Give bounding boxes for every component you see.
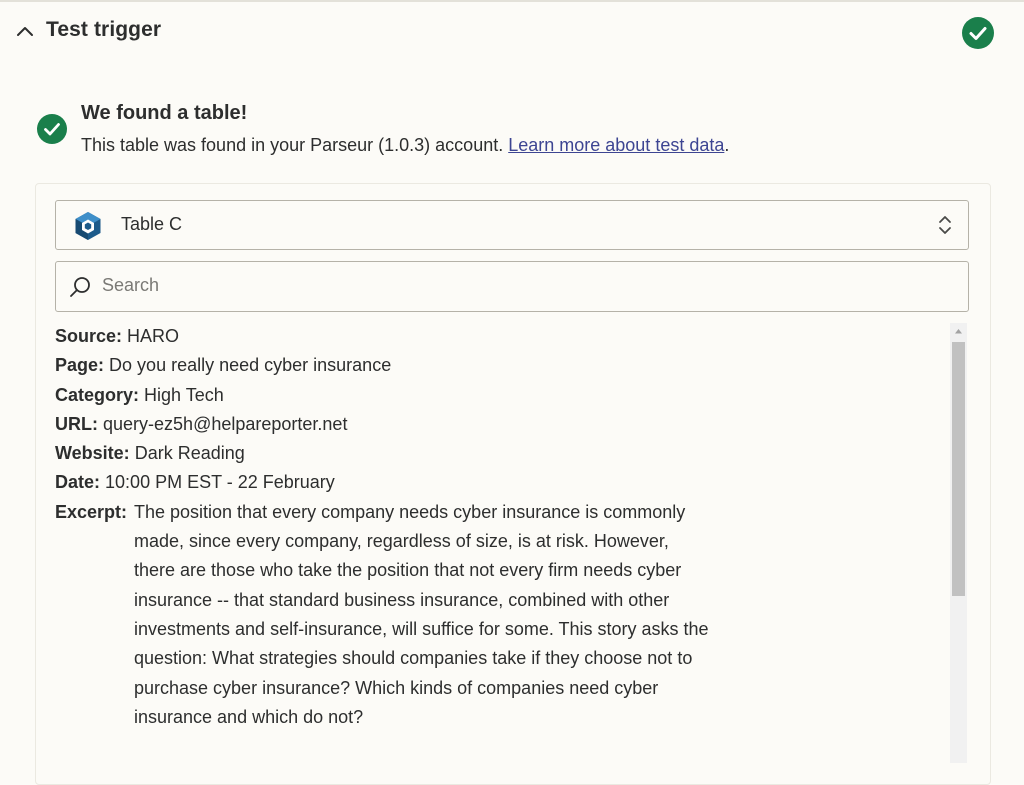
learn-more-link[interactable]: Learn more about test data <box>508 135 724 155</box>
chevron-up-icon[interactable] <box>15 24 35 38</box>
field-key: Category: <box>55 384 140 405</box>
field-key: Page: <box>55 355 105 376</box>
field-excerpt: Excerpt: The position that every company… <box>55 498 945 732</box>
field-key: Source: <box>55 326 123 346</box>
scrollbar[interactable] <box>950 323 967 763</box>
field-key: URL: <box>55 413 98 434</box>
field-url: URL: query-ez5h@helpareporter.net <box>55 410 945 439</box>
parseur-logo-icon <box>75 212 101 240</box>
field-date: Date: 10:00 PM EST - 22 February <box>55 468 945 497</box>
found-table-desc-suffix: . <box>724 135 730 155</box>
scroll-up-arrow-icon[interactable] <box>950 323 967 340</box>
field-website: Website: Dark Reading <box>55 439 945 468</box>
found-table-description: This table was found in your Parseur (1.… <box>81 135 729 156</box>
field-value: High Tech <box>144 384 224 405</box>
field-value: HARO <box>127 326 180 346</box>
field-page: Page: Do you really need cyber insurance <box>55 351 945 380</box>
check-circle-icon <box>962 17 994 49</box>
found-table-title: We found a table! <box>81 102 248 124</box>
record-details: Source: HARO Page: Do you really need cy… <box>55 322 945 763</box>
table-select[interactable]: Table C <box>55 200 969 250</box>
scrollbar-thumb[interactable] <box>952 342 965 596</box>
search-icon <box>70 277 90 297</box>
search-input[interactable] <box>102 263 952 308</box>
field-value: Do you really need cyber insurance <box>109 355 392 376</box>
field-value: The position that every company needs cy… <box>134 501 709 727</box>
field-key: Website: <box>55 443 130 464</box>
section-title: Test trigger <box>46 18 162 41</box>
found-table-desc-text: This table was found in your Parseur (1.… <box>81 135 509 155</box>
field-key: Excerpt: <box>55 501 128 522</box>
field-source: Source: HARO <box>55 322 945 351</box>
field-value: 10:00 PM EST - 22 February <box>105 472 335 493</box>
up-down-chevron-icon <box>939 216 951 234</box>
check-circle-icon <box>37 114 67 144</box>
table-select-label: Table C <box>121 214 183 234</box>
field-category: Category: High Tech <box>55 381 945 410</box>
section-header[interactable]: Test trigger <box>0 2 1024 64</box>
field-value: Dark Reading <box>134 443 245 464</box>
field-value: query-ez5h@helpareporter.net <box>103 413 348 434</box>
field-key: Date: <box>55 472 101 493</box>
search-box[interactable] <box>55 261 969 312</box>
